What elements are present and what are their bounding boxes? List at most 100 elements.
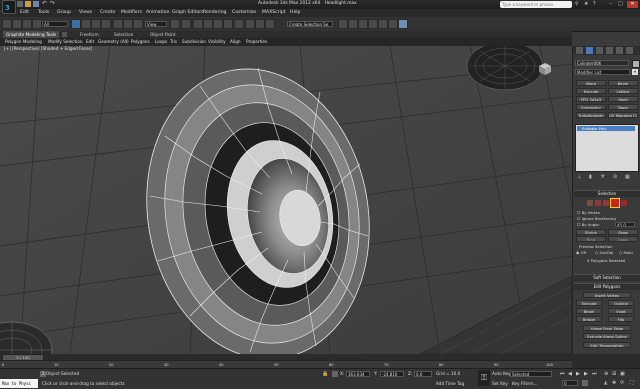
field-of-view-icon[interactable]: ◭ [604, 380, 610, 386]
outline-button[interactable]: Outline [608, 300, 634, 306]
display-tab-icon[interactable] [616, 47, 623, 54]
selection-filter-dropdown[interactable]: All [42, 21, 68, 27]
ribbon-toggle-icon[interactable] [62, 32, 67, 37]
x-coordinate-field[interactable]: 363.634 [346, 371, 370, 377]
show-end-result-icon[interactable]: ▮ [589, 174, 595, 180]
tab-freeform[interactable]: Freeform [80, 31, 99, 38]
select-manipulate-icon[interactable] [181, 19, 191, 29]
configure-sets-icon[interactable]: ▦ [625, 174, 631, 180]
minimize-icon[interactable]: – [606, 1, 615, 8]
spinner-snap-icon[interactable] [223, 19, 233, 29]
grow-button[interactable]: Grow [608, 229, 638, 235]
menu-views[interactable]: Views [79, 9, 92, 17]
ribbon-geometry-all[interactable]: Geometry (All) [98, 38, 129, 46]
preview-subobj-radio[interactable]: ○ SubObj [595, 250, 613, 255]
render-setup-icon[interactable] [378, 19, 388, 29]
turbosmooth-button[interactable]: TurboSmooth [576, 112, 606, 118]
zoom-icon[interactable]: ⊕ [604, 371, 610, 377]
time-config-icon[interactable] [582, 380, 588, 386]
key-filters-button[interactable]: Key Filters... [512, 381, 537, 387]
set-key-mode-icon[interactable]: ⚿ [478, 370, 490, 386]
border-mode-icon[interactable] [603, 200, 609, 206]
edit-triangulation-button[interactable]: Edit Triangulation [583, 342, 631, 348]
menu-maxscript[interactable]: MAXScript [262, 9, 286, 17]
rectangular-selection-icon[interactable] [91, 19, 101, 29]
pan-icon[interactable]: ✥ [612, 380, 618, 386]
help-icon[interactable]: ? [593, 1, 599, 7]
pin-stack-icon[interactable]: ⊥ [577, 174, 583, 180]
menu-help[interactable]: Help [290, 9, 300, 17]
snaps-toggle-icon[interactable] [193, 19, 203, 29]
next-frame-icon[interactable]: ▶ [584, 371, 590, 377]
close-icon[interactable]: ✕ [627, 1, 638, 8]
menu-group[interactable]: Group [57, 9, 71, 17]
key-mode-dropdown[interactable]: Selected [510, 371, 552, 377]
open-file-icon[interactable] [25, 1, 31, 7]
new-file-icon[interactable] [17, 1, 23, 7]
rotate-icon[interactable] [123, 19, 133, 29]
search-input[interactable]: Type a keyword or phrase [500, 1, 572, 8]
align-icon[interactable] [255, 19, 265, 29]
rendered-frame-icon[interactable] [388, 19, 398, 29]
move-icon[interactable] [113, 19, 123, 29]
y-coordinate-field[interactable]: -24.816 [380, 371, 404, 377]
zoom-extents-icon[interactable]: ▣ [620, 371, 626, 377]
bend-button[interactable]: Bend [576, 80, 606, 86]
create-tab-icon[interactable] [576, 47, 583, 54]
uv-mapping-clear-button[interactable]: UV Mapping Cle [608, 112, 638, 118]
schematic-view-icon[interactable] [358, 19, 368, 29]
menu-modifiers[interactable]: Modifiers [121, 9, 142, 17]
curve-editor-icon[interactable] [348, 19, 358, 29]
percent-snap-icon[interactable] [213, 19, 223, 29]
menu-customize[interactable]: Customize [232, 9, 256, 17]
menu-tools[interactable]: Tools [38, 9, 49, 17]
ignore-backfacing-checkbox[interactable]: ☐ Ignore Backfacing [577, 216, 616, 221]
ribbon-polygons[interactable]: Polygons [131, 38, 150, 46]
ribbon-properties[interactable]: Properties [246, 38, 267, 46]
ribbon-subdivision[interactable]: Subdivision [182, 38, 206, 46]
scale-icon[interactable] [133, 19, 143, 29]
symmetry-button[interactable]: Symmetry [576, 104, 606, 110]
viewport-label[interactable]: [+] [Perspective] [Shaded + Edged Faces] [4, 46, 92, 52]
pivot-center-icon[interactable] [170, 19, 180, 29]
bridge-button[interactable]: Bridge [576, 316, 602, 322]
save-file-icon[interactable] [33, 1, 39, 7]
ribbon-tris[interactable]: Tris [170, 38, 177, 46]
undo-toolbar-icon[interactable] [2, 19, 12, 29]
bevel-mod-button[interactable]: Bevel [608, 80, 638, 86]
make-unique-icon[interactable]: ∀ [601, 174, 607, 180]
ring-button[interactable]: Ring [576, 236, 606, 242]
scene-render[interactable] [0, 46, 572, 354]
extrude-button[interactable]: Extrude [576, 300, 602, 306]
extrude-along-spline-button[interactable]: Extrude Along Spline [583, 333, 631, 339]
angle-spinner[interactable]: 45.0 [615, 222, 635, 227]
tab-selection[interactable]: Selection [114, 31, 133, 38]
loop-button[interactable]: Loop [608, 236, 638, 242]
perspective-viewport[interactable]: [+] [Perspective] [Shaded + Edged Faces] [0, 46, 572, 354]
go-to-start-icon[interactable]: ⏮ [560, 371, 566, 377]
menu-rendering[interactable]: Rendering [203, 9, 226, 17]
edge-mode-icon[interactable] [595, 200, 601, 206]
maxscript-listener[interactable]: Max to Physc [0, 379, 38, 388]
ribbon-visibility[interactable]: Visibility [208, 38, 226, 46]
menu-create[interactable]: Create [100, 9, 115, 17]
shell-button[interactable]: Shell [608, 96, 638, 102]
select-by-name-icon[interactable] [81, 19, 91, 29]
play-icon[interactable]: ▶ [576, 371, 582, 377]
mirror-icon[interactable] [245, 19, 255, 29]
app-logo-icon[interactable]: 3 [2, 0, 16, 14]
viewcube-icon[interactable] [536, 62, 552, 76]
edit-named-selection-icon[interactable] [234, 19, 244, 29]
info-center-icon[interactable]: ★ [584, 1, 590, 7]
material-editor-icon[interactable] [368, 19, 378, 29]
modifier-list-chevron-icon[interactable]: ▾ [632, 69, 638, 75]
edit-polygons-rollout-header[interactable]: Edit Polygons [574, 283, 640, 290]
remove-modifier-icon[interactable]: ⊘ [613, 174, 619, 180]
flip-button[interactable]: Flip [608, 316, 634, 322]
auto-key-button[interactable]: Auto Key [492, 371, 511, 377]
previous-frame-icon[interactable]: ◀ [568, 371, 574, 377]
preview-multi-radio[interactable]: ○ Multi [619, 250, 633, 255]
lock-selection-icon[interactable]: 🔒 [322, 371, 328, 377]
angle-snap-icon[interactable] [203, 19, 213, 29]
reference-coordinate-dropdown[interactable]: View [145, 21, 167, 27]
